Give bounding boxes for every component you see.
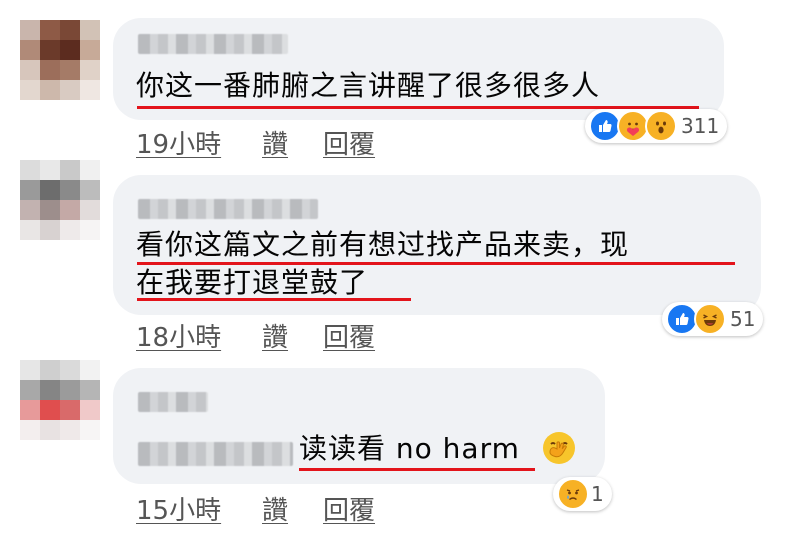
hand-over-mouth-emoji-icon [543,432,575,464]
avatar-pixel [40,400,60,420]
sad-icon [557,478,589,510]
avatar[interactable] [20,360,100,440]
avatar-pixel [60,380,80,400]
avatar-pixel [60,420,80,440]
avatar-pixel [40,360,60,380]
like-button[interactable]: 讚 [262,490,288,527]
avatar-pixel [80,380,100,400]
avatar-pixel [80,400,100,420]
avatar-pixel [60,360,80,380]
avatar-pixel [80,360,100,380]
avatar-pixel [20,400,40,420]
reply-button[interactable]: 回覆 [323,490,375,527]
commenter-name[interactable] [138,392,208,412]
avatar-pixel [20,380,40,400]
comment-bubble: 读读看 no harm [113,368,605,484]
comment-time[interactable]: 15小時 [136,490,221,527]
avatar-pixel [60,400,80,420]
highlight-underline [299,468,535,471]
avatar-pixel [20,360,40,380]
comment-text-line-1: 读读看 no harm [299,432,520,465]
reaction-count: 1 [591,482,604,506]
avatar-pixel [80,420,100,440]
avatar-pixel [20,420,40,440]
avatar-pixel [40,420,60,440]
blurred-mention[interactable] [138,442,293,466]
reaction-summary[interactable]: 1 [553,477,612,511]
avatar-pixel [40,380,60,400]
comment-3: 读读看 no harm 15小時 讚 回覆 1 [0,0,800,533]
